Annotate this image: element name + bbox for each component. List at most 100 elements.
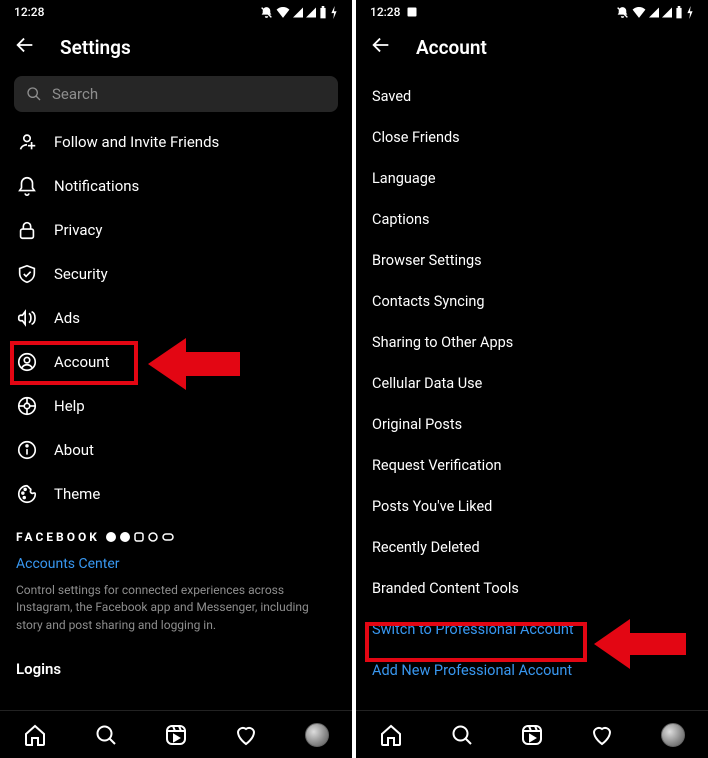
- invite-icon: [16, 131, 38, 153]
- item-label: Account: [54, 353, 336, 371]
- item-label: Add New Professional Account: [372, 662, 572, 679]
- account-item-browser[interactable]: Browser Settings: [356, 240, 708, 281]
- nav-reels[interactable]: [163, 722, 189, 748]
- bottom-nav: [356, 710, 708, 758]
- account-item-recently-deleted[interactable]: Recently Deleted: [356, 527, 708, 568]
- account-item-cellular[interactable]: Cellular Data Use: [356, 363, 708, 404]
- item-label: Original Posts: [372, 416, 462, 433]
- facebook-app-icons: [106, 532, 174, 542]
- item-label: Cellular Data Use: [372, 375, 482, 392]
- settings-item-about[interactable]: About: [0, 428, 352, 472]
- account-screen: 12:28 Account Saved Close Friends Langua…: [356, 0, 708, 758]
- page-title: Account: [416, 36, 487, 59]
- status-icons: [260, 6, 338, 19]
- status-bar: 12:28: [356, 0, 708, 24]
- settings-item-ads[interactable]: Ads: [0, 296, 352, 340]
- settings-item-privacy[interactable]: Privacy: [0, 208, 352, 252]
- settings-item-help[interactable]: Help: [0, 384, 352, 428]
- status-icons: [616, 6, 694, 19]
- account-item-sharing[interactable]: Sharing to Other Apps: [356, 322, 708, 363]
- item-label: Follow and Invite Friends: [54, 133, 336, 151]
- item-label: Browser Settings: [372, 252, 482, 269]
- item-label: Language: [372, 170, 436, 187]
- search-icon: [26, 86, 42, 102]
- item-label: Notifications: [54, 177, 336, 195]
- account-item-contacts[interactable]: Contacts Syncing: [356, 281, 708, 322]
- nav-profile[interactable]: [660, 722, 686, 748]
- account-icon: [16, 351, 38, 373]
- account-item-branded-content[interactable]: Branded Content Tools: [356, 568, 708, 609]
- signal1-icon: [293, 7, 303, 18]
- shield-icon: [16, 263, 38, 285]
- page-title: Settings: [60, 36, 131, 59]
- facebook-footer: FACEBOOK Accounts Center Control setting…: [0, 516, 352, 682]
- item-label: Captions: [372, 211, 430, 228]
- settings-item-follow-invite[interactable]: Follow and Invite Friends: [0, 120, 352, 164]
- wifi-icon: [276, 6, 290, 18]
- signal1-icon: [649, 7, 659, 18]
- account-item-saved[interactable]: Saved: [356, 76, 708, 117]
- nav-home[interactable]: [378, 722, 404, 748]
- item-label: Switch to Professional Account: [372, 621, 574, 638]
- signal2-icon: [306, 7, 316, 18]
- megaphone-icon: [16, 307, 38, 329]
- item-label: About: [54, 441, 336, 459]
- back-icon[interactable]: [370, 34, 392, 60]
- item-label: Branded Content Tools: [372, 580, 519, 597]
- account-item-add-professional[interactable]: Add New Professional Account: [356, 650, 708, 691]
- settings-item-security[interactable]: Security: [0, 252, 352, 296]
- avatar-icon: [661, 723, 685, 747]
- item-label: Contacts Syncing: [372, 293, 485, 310]
- bolt-icon: [330, 6, 338, 19]
- account-item-posts-liked[interactable]: Posts You've Liked: [356, 486, 708, 527]
- settings-item-theme[interactable]: Theme: [0, 472, 352, 516]
- accounts-center-link[interactable]: Accounts Center: [16, 556, 336, 572]
- search-placeholder: Search: [52, 85, 98, 103]
- account-item-verification[interactable]: Request Verification: [356, 445, 708, 486]
- help-icon: [16, 395, 38, 417]
- avatar-icon: [305, 723, 329, 747]
- settings-item-account[interactable]: Account: [0, 340, 352, 384]
- back-icon[interactable]: [14, 34, 36, 60]
- account-item-captions[interactable]: Captions: [356, 199, 708, 240]
- item-label: Security: [54, 265, 336, 283]
- nav-reels[interactable]: [519, 722, 545, 748]
- item-label: Privacy: [54, 221, 336, 239]
- header: Settings: [0, 24, 352, 76]
- bolt-icon: [686, 6, 694, 19]
- settings-item-notifications[interactable]: Notifications: [0, 164, 352, 208]
- search-input[interactable]: Search: [14, 76, 338, 112]
- dnd-icon: [260, 6, 273, 19]
- accounts-center-desc: Control settings for connected experienc…: [16, 582, 336, 634]
- battery-icon: [319, 6, 327, 19]
- info-icon: [16, 439, 38, 461]
- nav-activity[interactable]: [233, 722, 259, 748]
- item-label: Saved: [372, 88, 411, 105]
- nav-activity[interactable]: [589, 722, 615, 748]
- item-label: Help: [54, 397, 336, 415]
- nav-search[interactable]: [449, 722, 475, 748]
- status-time: 12:28: [14, 5, 44, 19]
- nav-home[interactable]: [22, 722, 48, 748]
- bell-icon: [16, 175, 38, 197]
- status-bar: 12:28: [0, 0, 352, 24]
- account-item-switch-professional[interactable]: Switch to Professional Account: [356, 609, 708, 650]
- account-item-original-posts[interactable]: Original Posts: [356, 404, 708, 445]
- nav-profile[interactable]: [304, 722, 330, 748]
- account-item-language[interactable]: Language: [356, 158, 708, 199]
- bottom-nav: [0, 710, 352, 758]
- item-label: Close Friends: [372, 129, 460, 146]
- header: Account: [356, 24, 708, 76]
- item-label: Posts You've Liked: [372, 498, 492, 515]
- dnd-icon: [616, 6, 629, 19]
- status-time: 12:28: [370, 5, 400, 19]
- battery-icon: [675, 6, 683, 19]
- wifi-icon: [632, 6, 646, 18]
- nav-search[interactable]: [93, 722, 119, 748]
- settings-list: Follow and Invite Friends Notifications …: [0, 120, 352, 516]
- item-label: Request Verification: [372, 457, 501, 474]
- account-list: Saved Close Friends Language Captions Br…: [356, 76, 708, 691]
- item-label: Theme: [54, 485, 336, 503]
- account-item-close-friends[interactable]: Close Friends: [356, 117, 708, 158]
- item-label: Sharing to Other Apps: [372, 334, 513, 351]
